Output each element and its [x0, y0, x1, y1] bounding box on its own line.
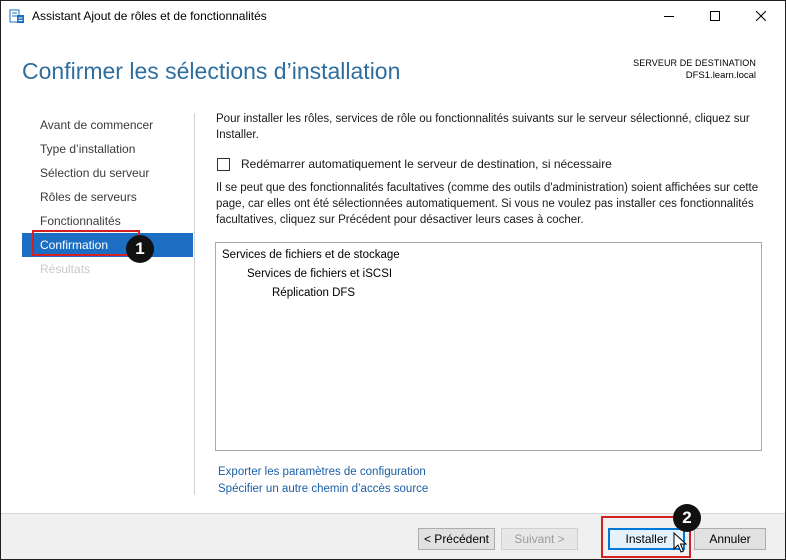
minimize-button[interactable] — [646, 1, 692, 31]
window-title: Assistant Ajout de rôles et de fonctionn… — [32, 9, 267, 23]
close-button[interactable] — [738, 1, 784, 31]
step-badge-1: 1 — [126, 235, 154, 263]
title-bar[interactable]: Assistant Ajout de rôles et de fonctionn… — [1, 1, 785, 31]
highlight-confirmation — [32, 230, 140, 256]
previous-button[interactable]: < Précédent — [418, 528, 495, 550]
step-badge-2: 2 — [673, 504, 701, 532]
export-config-link[interactable]: Exporter les paramètres de configuration — [218, 466, 426, 478]
server-manager-icon — [9, 9, 24, 23]
cancel-button[interactable]: Annuler — [694, 528, 766, 550]
maximize-button[interactable] — [692, 1, 738, 31]
optional-features-note: Il se peut que des fonctionnalités facul… — [216, 182, 759, 226]
destination-server-name: DFS1.learn.local — [685, 70, 756, 81]
restart-checkbox[interactable] — [217, 158, 230, 171]
wizard-window: Assistant Ajout de rôles et de fonctionn… — [0, 0, 786, 560]
mouse-cursor-icon — [673, 532, 687, 553]
list-item: Services de fichiers et iSCSI — [247, 268, 393, 280]
nav-item-type-installation[interactable]: Type d’installation — [22, 137, 193, 161]
list-item: Réplication DFS — [272, 287, 356, 299]
page-title: Confirmer les sélections d’installation — [22, 58, 401, 84]
list-item: Services de fichiers et de stockage — [222, 249, 400, 261]
maximize-icon — [710, 11, 720, 21]
nav-item-roles-serveurs[interactable]: Rôles de serveurs — [22, 185, 193, 209]
selections-list[interactable]: Services de fichiers et de stockage Serv… — [215, 242, 762, 451]
intro-text: Pour installer les rôles, services de rô… — [216, 113, 750, 141]
restart-checkbox-label[interactable]: Redémarrer automatiquement le serveur de… — [241, 157, 612, 171]
nav-item-avant-de-commencer[interactable]: Avant de commencer — [22, 113, 193, 137]
minimize-icon — [664, 16, 674, 17]
nav-item-selection-serveur[interactable]: Sélection du serveur — [22, 161, 193, 185]
nav-item-resultats: Résultats — [40, 262, 91, 276]
close-icon — [756, 11, 766, 21]
alternate-source-link[interactable]: Spécifier un autre chemin d’accès source — [218, 483, 428, 495]
destination-server-label: SERVEUR DE DESTINATION — [633, 58, 756, 68]
next-button: Suivant > — [501, 528, 578, 550]
nav-divider — [194, 113, 195, 495]
